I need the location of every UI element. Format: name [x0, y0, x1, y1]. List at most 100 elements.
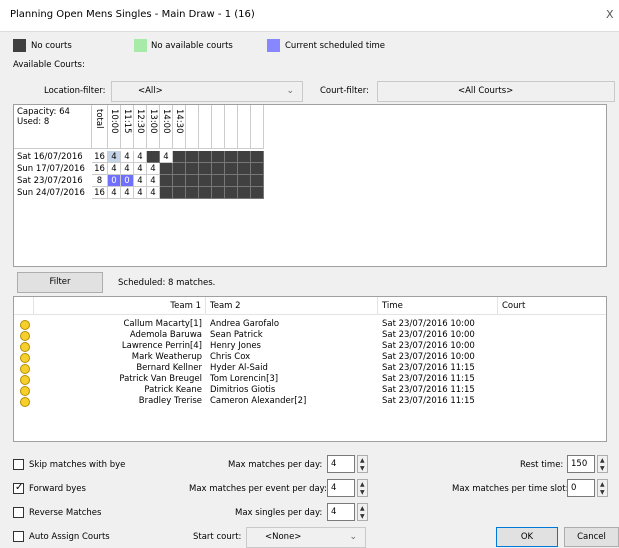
table-row[interactable]: Patrick Van Breugel Tom Lorencin[3] Sat … [14, 374, 606, 385]
court-filter-label: Court-filter: [320, 86, 369, 96]
grid-row-date: Sat 23/07/2016 [17, 176, 83, 186]
matches-table: Team 1 Team 2 Time Court Callum Macarty[… [13, 296, 607, 442]
grid-cell-no-courts [238, 151, 251, 163]
column-header-1230: 12:30 [134, 105, 147, 149]
time-cell: Sat 23/07/2016 10:00 [382, 319, 475, 329]
grid-total-cell: 16 [92, 187, 108, 199]
column-header-empty [238, 105, 251, 149]
grid-cell[interactable]: 4 [134, 151, 147, 163]
column-header-empty [251, 105, 264, 149]
grid-cell[interactable]: 4 [160, 151, 173, 163]
table-header-time[interactable]: Time [378, 297, 498, 315]
max-per-event-input[interactable]: 4 [327, 479, 355, 497]
table-row[interactable]: Bradley Trerise Cameron Alexander[2] Sat… [14, 396, 606, 407]
grid-cell[interactable]: 4 [134, 163, 147, 175]
max-singles-label: Max singles per day: [235, 508, 323, 518]
grid-cell-no-courts [225, 151, 238, 163]
table-row[interactable]: Ademola Baruwa Sean Patrick Sat 23/07/20… [14, 330, 606, 341]
table-row[interactable]: Mark Weatherup Chris Cox Sat 23/07/2016 … [14, 352, 606, 363]
rest-time-input[interactable]: 150 [567, 455, 595, 473]
max-per-slot-stepper[interactable]: ▲ ▼ [597, 479, 608, 497]
start-court-label: Start court: [193, 532, 242, 542]
time-cell: Sat 23/07/2016 11:15 [382, 363, 475, 373]
grid-cell[interactable]: 4 [108, 163, 121, 175]
grid-cell[interactable]: 4 [108, 187, 121, 199]
status-circle-icon [20, 342, 30, 352]
table-row[interactable]: Lawrence Perrin[4] Henry Jones Sat 23/07… [14, 341, 606, 352]
status-circle-icon [20, 375, 30, 385]
auto-assign-checkbox[interactable] [13, 531, 24, 542]
table-header-court[interactable]: Court [498, 297, 606, 315]
table-header-icon [14, 297, 34, 315]
team1-cell: Ademola Baruwa [129, 330, 202, 340]
chevron-down-icon: ⌄ [349, 532, 357, 542]
time-cell: Sat 23/07/2016 11:15 [382, 396, 475, 406]
cancel-button[interactable]: Cancel [564, 527, 619, 547]
table-header-team1[interactable]: Team 1 [34, 297, 206, 315]
column-header-total: total [92, 105, 108, 149]
grid-cell-current[interactable]: 0 [121, 175, 134, 187]
time-cell: Sat 23/07/2016 11:15 [382, 385, 475, 395]
grid-cell-no-courts [173, 175, 186, 187]
close-icon[interactable]: X [606, 8, 614, 21]
team2-cell: Cameron Alexander[2] [210, 396, 307, 406]
grid-total-cell: 8 [92, 175, 108, 187]
grid-cell-no-courts [212, 163, 225, 175]
column-header-empty [225, 105, 238, 149]
grid-cell-current[interactable]: 0 [108, 175, 121, 187]
time-cell: Sat 23/07/2016 10:00 [382, 352, 475, 362]
team1-cell: Mark Weatherup [131, 352, 202, 362]
reverse-matches-checkbox[interactable] [13, 507, 24, 518]
legend-current-scheduled: Current scheduled time [285, 41, 386, 51]
status-circle-icon [20, 386, 30, 396]
grid-cell[interactable]: 4 [121, 163, 134, 175]
table-header-team2[interactable]: Team 2 [206, 297, 378, 315]
max-singles-input[interactable]: 4 [327, 503, 355, 521]
grid-row-date: Sun 24/07/2016 [17, 188, 85, 198]
rest-time-label: Rest time: [520, 460, 564, 470]
court-filter-combo[interactable]: <All Courts> [377, 81, 615, 102]
grid-cell[interactable]: 4 [108, 151, 121, 163]
scheduled-count: Scheduled: 8 matches. [118, 278, 216, 288]
grid-total-cell: 16 [92, 151, 108, 163]
location-filter-label: Location-filter: [44, 86, 106, 96]
ok-button[interactable]: OK [496, 527, 558, 547]
max-per-slot-input[interactable]: 0 [567, 479, 595, 497]
filter-button[interactable]: Filter [17, 272, 103, 293]
grid-cell[interactable]: 4 [147, 175, 160, 187]
grid-cell-no-courts [251, 187, 264, 199]
column-header-1115: 11:15 [121, 105, 134, 149]
rest-time-stepper[interactable]: ▲ ▼ [597, 455, 608, 473]
grid-cell-no-courts [238, 175, 251, 187]
forward-byes-checkbox[interactable] [13, 482, 24, 494]
status-circle-icon [20, 331, 30, 341]
status-circle-icon [20, 397, 30, 407]
grid-cell[interactable]: 4 [147, 187, 160, 199]
table-row[interactable]: Patrick Keane Dimitrios Giotis Sat 23/07… [14, 385, 606, 396]
start-court-combo[interactable]: <None> ⌄ [246, 527, 366, 548]
no-courts-swatch [13, 39, 26, 52]
grid-cell[interactable]: 4 [134, 187, 147, 199]
team2-cell: Sean Patrick [210, 330, 263, 340]
location-filter-combo[interactable]: <All> ⌄ [111, 81, 303, 102]
max-per-event-stepper[interactable]: ▲ ▼ [357, 479, 368, 497]
availability-grid: Capacity: 64 Used: 8 total 10:00 11:15 1… [13, 104, 607, 267]
capacity-text: Capacity: 64 [17, 107, 70, 117]
grid-cell[interactable]: 4 [147, 163, 160, 175]
grid-cell-no-courts [160, 175, 173, 187]
max-singles-stepper[interactable]: ▲ ▼ [357, 503, 368, 521]
skip-bye-checkbox[interactable] [13, 459, 24, 470]
grid-cell[interactable]: 4 [121, 187, 134, 199]
table-row[interactable]: Bernard Kellner Hyder Al-Said Sat 23/07/… [14, 363, 606, 374]
grid-cell-no-courts [186, 175, 199, 187]
grid-cell[interactable]: 4 [121, 151, 134, 163]
team2-cell: Hyder Al-Said [210, 363, 268, 373]
skip-bye-label: Skip matches with bye [29, 460, 126, 470]
team1-cell: Bernard Kellner [136, 363, 202, 373]
grid-cell[interactable]: 4 [134, 175, 147, 187]
column-header-1430: 14:30 [173, 105, 186, 149]
table-row[interactable]: Callum Macarty[1] Andrea Garofalo Sat 23… [14, 319, 606, 330]
grid-cell-no-courts [199, 151, 212, 163]
max-per-day-input[interactable]: 4 [327, 455, 355, 473]
max-per-day-stepper[interactable]: ▲ ▼ [357, 455, 368, 473]
